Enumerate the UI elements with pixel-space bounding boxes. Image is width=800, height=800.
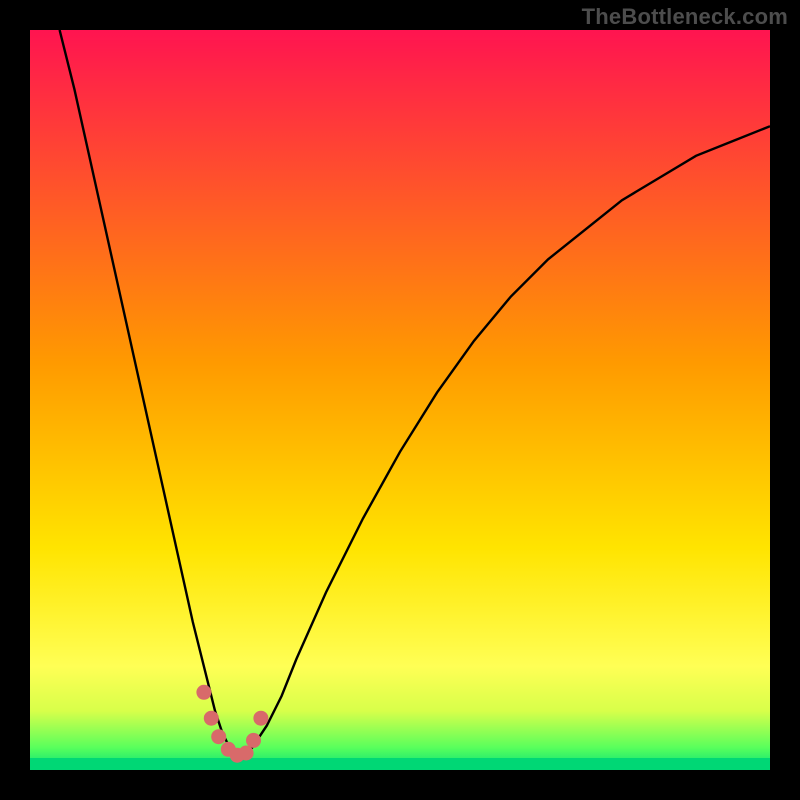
watermark-text: TheBottleneck.com — [582, 4, 788, 30]
data-dot — [211, 729, 226, 744]
data-dot — [204, 711, 219, 726]
bottleneck-curve-chart — [0, 0, 800, 800]
plot-area — [30, 30, 770, 770]
optimal-band — [30, 758, 770, 770]
data-dot — [239, 746, 254, 761]
chart-stage: TheBottleneck.com — [0, 0, 800, 800]
data-dot — [253, 711, 268, 726]
data-dot — [196, 685, 211, 700]
data-dot — [246, 733, 261, 748]
